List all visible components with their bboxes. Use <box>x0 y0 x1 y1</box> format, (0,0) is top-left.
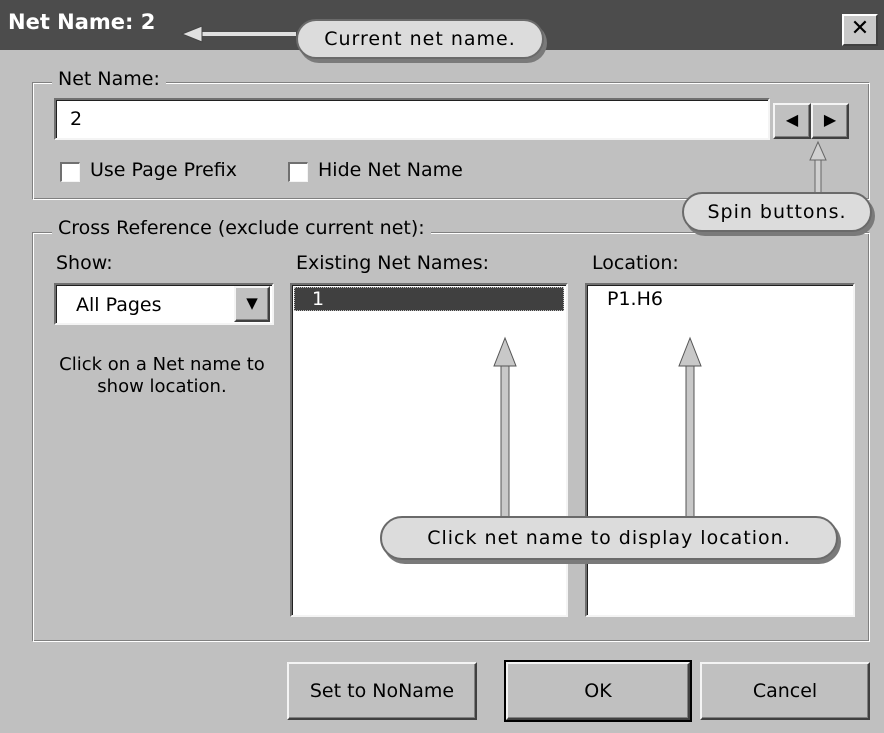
cross-reference-legend: Cross Reference (exclude current net): <box>52 217 431 239</box>
show-hint: Click on a Net name to show location. <box>59 354 265 397</box>
spin-left-button[interactable]: ◀ <box>773 103 811 139</box>
current-net-name-callout: Current net name. <box>296 19 544 59</box>
hide-net-name-label[interactable]: Hide Net Name <box>318 159 463 181</box>
window-title: Net Name: 2 <box>8 10 156 34</box>
show-label: Show: <box>56 252 113 274</box>
close-icon: ✕ <box>850 16 870 41</box>
set-to-noname-label: Set to NoName <box>309 680 455 702</box>
cancel-button[interactable]: Cancel <box>700 662 870 720</box>
use-page-prefix-label[interactable]: Use Page Prefix <box>90 159 237 181</box>
hide-net-name-checkbox[interactable] <box>288 162 308 182</box>
list-item[interactable]: 1 <box>294 287 564 311</box>
spin-right-button[interactable]: ▶ <box>811 103 849 139</box>
net-name-legend: Net Name: <box>52 68 166 90</box>
existing-net-names-list[interactable]: 1 <box>290 283 568 617</box>
location-list[interactable]: P1.H6 <box>585 283 855 617</box>
existing-net-names-label: Existing Net Names: <box>296 252 490 274</box>
cancel-label: Cancel <box>752 680 818 702</box>
list-item[interactable]: P1.H6 <box>589 287 849 311</box>
location-label: Location: <box>592 252 679 274</box>
list-item-label: P1.H6 <box>607 288 663 310</box>
ok-button-face: OK <box>506 662 690 720</box>
spin-left-icon: ◀ <box>785 110 799 129</box>
show-dropdown-button[interactable]: ▼ <box>234 286 270 322</box>
chevron-down-icon: ▼ <box>246 294 258 312</box>
ok-button[interactable]: OK <box>504 660 692 722</box>
spin-right-icon: ▶ <box>823 110 837 129</box>
list-item-label: 1 <box>312 288 325 310</box>
set-to-noname-button[interactable]: Set to NoName <box>287 662 477 720</box>
click-net-name-callout: Click net name to display location. <box>380 516 838 560</box>
net-name-input[interactable]: 2 <box>54 98 770 140</box>
show-dropdown-value: All Pages <box>76 294 162 316</box>
use-page-prefix-checkbox[interactable] <box>60 162 80 182</box>
net-name-value: 2 <box>70 108 83 130</box>
spin-buttons-callout: Spin buttons. <box>682 192 872 232</box>
ok-label: OK <box>584 680 612 702</box>
close-button[interactable]: ✕ <box>842 14 878 46</box>
